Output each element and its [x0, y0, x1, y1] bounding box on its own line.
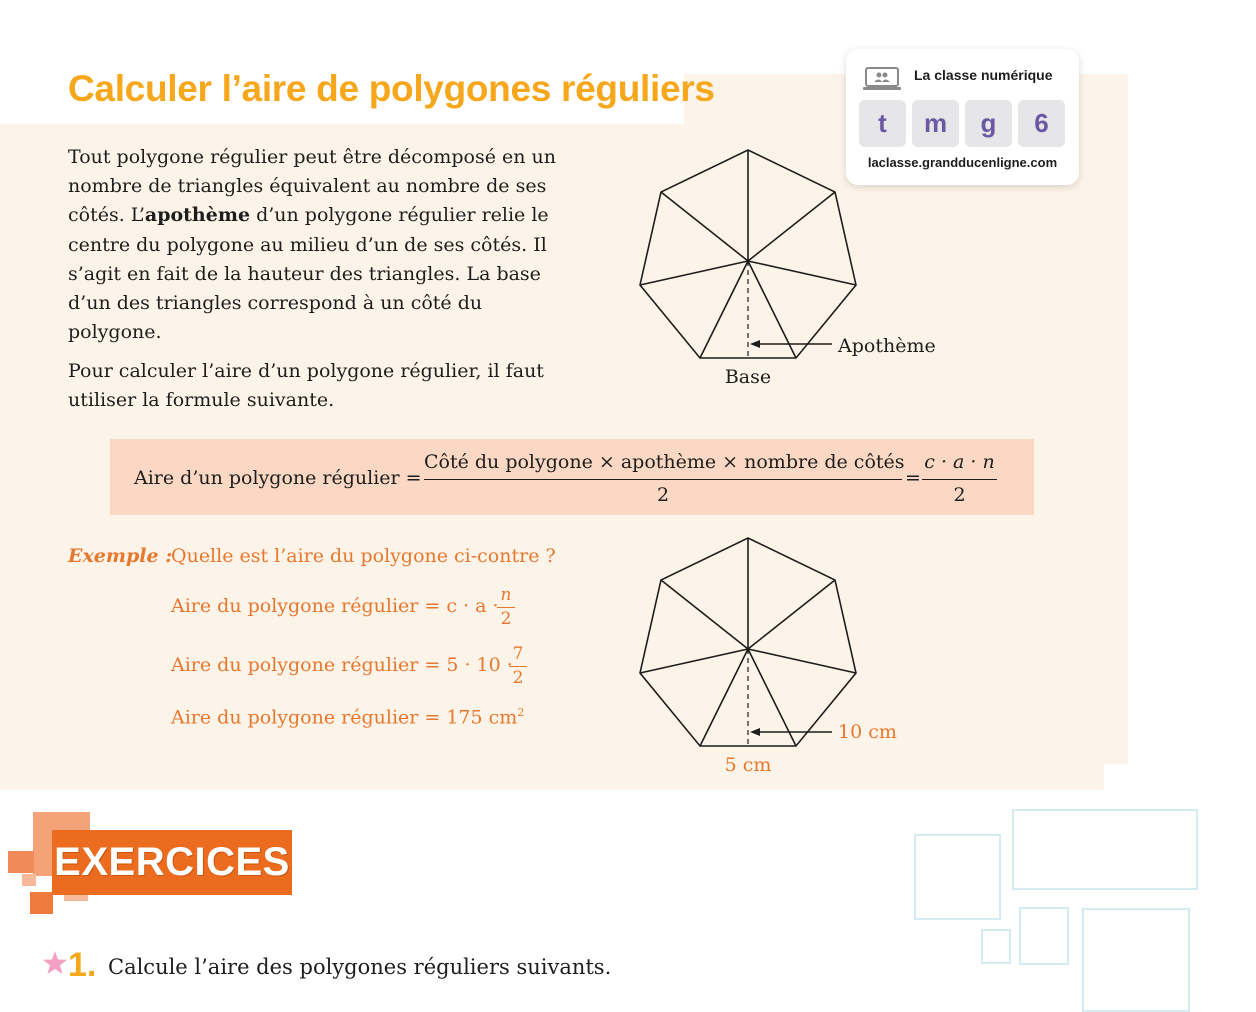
- code-key-4: 6: [1018, 100, 1065, 147]
- example-line-3: Aire du polygone régulier = 175 cm2: [171, 706, 524, 728]
- apothem-label: Apothème: [837, 335, 936, 357]
- classroom-card-title: La classe numérique: [914, 67, 1053, 83]
- base-value-label: 5 cm: [725, 754, 772, 776]
- exercises-title: EXERCICES: [54, 840, 290, 884]
- base-label: Base: [725, 366, 771, 388]
- lesson-panel-right: [1104, 74, 1128, 764]
- formula-short-numerator: c · a · n: [924, 451, 995, 473]
- decor-outline-square: [914, 834, 1001, 920]
- heptagon-diagram: Apothème Base: [639, 149, 936, 388]
- example-line-2: Aire du polygone régulier = 5 · 10 ·: [171, 654, 513, 676]
- star-icon: [42, 950, 68, 980]
- exercise-instruction: Calcule l’aire des polygones réguliers s…: [108, 955, 612, 979]
- formula-lhs: Aire d’un polygone régulier =: [134, 467, 422, 489]
- formula-denominator: 2: [656, 484, 670, 506]
- exercise-number: 1.: [68, 946, 97, 984]
- example-result: Aire du polygone régulier = 175 cm: [171, 706, 518, 729]
- example-line-1: Aire du polygone régulier = c · a ·: [171, 595, 499, 617]
- example-question: Quelle est l’aire du polygone ci-contre …: [171, 545, 556, 567]
- decor-outline-square: [1019, 907, 1069, 965]
- example-result-exponent: 2: [517, 706, 525, 719]
- arrow-head-icon: [750, 728, 760, 736]
- intro-paragraph: Tout polygone régulier peut être décompo…: [68, 143, 558, 347]
- decor-square: [22, 874, 36, 886]
- formula-intro-paragraph: Pour calculer l’aire d’un polygone régul…: [68, 360, 544, 412]
- formula-short-fraction-bar: [922, 479, 997, 480]
- apothem-value-label: 10 cm: [838, 721, 897, 743]
- example-label: Exemple :: [68, 545, 173, 567]
- formula-short-denominator: 2: [953, 484, 966, 506]
- heptagon-example-diagram: 10 cm 5 cm: [639, 537, 897, 776]
- decor-outline-square: [1082, 908, 1190, 1012]
- decor-square: [8, 851, 34, 873]
- example-line-2-numerator: 7: [512, 644, 524, 664]
- decor-square: [64, 895, 88, 901]
- example-line-1-fraction-bar: [497, 607, 515, 608]
- apothem-term: apothème: [144, 204, 251, 227]
- laptop-icon: [862, 66, 902, 97]
- decor-square: [30, 892, 53, 914]
- example-line-2-denominator: 2: [512, 668, 524, 688]
- decor-outline-square: [981, 929, 1011, 964]
- formula-numerator: Côté du polygone × apothème × nombre de …: [424, 451, 905, 473]
- example-line-1-numerator: n: [500, 585, 512, 605]
- example-line-1-denominator: 2: [500, 609, 512, 629]
- code-key-3: g: [965, 100, 1012, 147]
- formula-fraction-bar: [424, 479, 902, 480]
- decor-outline-square: [1012, 809, 1198, 890]
- formula-equals: =: [905, 467, 921, 489]
- example-line-2-fraction-bar: [509, 666, 527, 667]
- page-title: Calculer l’aire de polygones réguliers: [68, 68, 715, 109]
- arrow-head-icon: [750, 340, 760, 348]
